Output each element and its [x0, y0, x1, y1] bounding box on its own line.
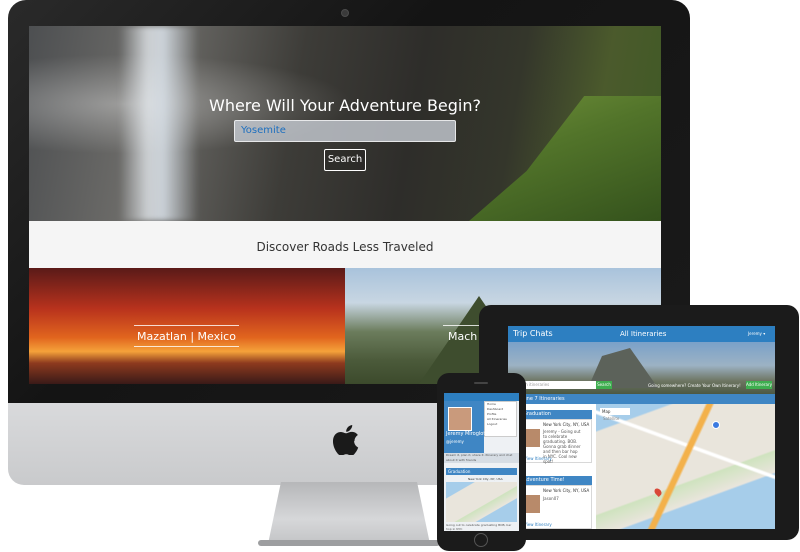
destination-search-input[interactable]: Yosemite: [234, 120, 456, 142]
satellite-tab[interactable]: Satellite: [600, 416, 619, 421]
map-tab[interactable]: Map: [600, 409, 610, 414]
nav-title[interactable]: All Itineraries: [620, 326, 666, 342]
destination-label-machu[interactable]: Mach: [448, 330, 477, 343]
user-name: Jeremy Miroglotta: [446, 431, 491, 437]
user-handle: @jeremy: [446, 439, 464, 444]
phone-map[interactable]: [446, 482, 517, 522]
itinerary-card-title[interactable]: Adventure Time!: [520, 476, 592, 485]
card-divider-top: [134, 325, 239, 326]
avatar: [448, 407, 472, 431]
view-itinerary-link[interactable]: View Itinerary: [524, 522, 552, 527]
avatar: [524, 429, 540, 447]
phone-navbar: [444, 393, 519, 401]
view-itinerary-link[interactable]: View Itinerary: [524, 456, 552, 461]
imac-foot: [258, 540, 440, 546]
hero-title: Where Will Your Adventure Begin?: [209, 96, 481, 115]
camera-icon: [341, 9, 349, 17]
card-location: New York City, NY, USA: [543, 422, 590, 427]
card-excerpt: Going out to celebrate graduating BOB, b…: [446, 523, 512, 531]
destination-card-mazatlan[interactable]: [29, 268, 345, 384]
card-location: New York City, NY, USA: [543, 488, 590, 493]
location-dot-icon: [712, 421, 720, 429]
itinerary-card: New York City, NY, USA Jason07 View Itin…: [520, 485, 592, 529]
itinerary-count-strip: June 7 Itineraries: [508, 394, 775, 404]
tablet-screen: Trip Chats All Itineraries Jeremy ▾ Sear…: [508, 326, 775, 529]
itinerary-card-title[interactable]: Graduation: [446, 468, 517, 475]
apple-logo-icon: [326, 420, 366, 460]
avatar: [524, 495, 540, 513]
destination-label-mazatlan[interactable]: Mazatlan | Mexico: [137, 330, 236, 343]
itinerary-map[interactable]: [596, 404, 775, 529]
imac-stand: [268, 482, 430, 544]
tablet-navbar: Trip Chats All Itineraries Jeremy ▾: [508, 326, 775, 342]
card-divider-bottom: [134, 346, 239, 347]
map-type-tabs[interactable]: Map Satellite: [600, 408, 630, 421]
search-button[interactable]: Search: [324, 149, 366, 171]
menu-item-logout[interactable]: Logout: [485, 422, 516, 427]
discover-title: Discover Roads Less Traveled: [256, 240, 434, 254]
itinerary-card: New York City, NY, USA Jeremy - Going ou…: [520, 419, 592, 464]
tablet-search-button[interactable]: Search: [596, 381, 612, 389]
phone-speaker: [474, 382, 488, 384]
hero-waterfall-image: [119, 26, 199, 221]
user-menu[interactable]: Jeremy ▾: [748, 326, 765, 342]
card-author: Jason07: [543, 496, 559, 501]
brand-logo[interactable]: Trip Chats: [513, 326, 553, 342]
card-location: New York City, NY, USA: [468, 477, 503, 481]
home-button[interactable]: [474, 533, 488, 547]
cta-text: Going somewhere? Create Your Own Itinera…: [648, 383, 741, 388]
tagline-band: Dream it, plan it, share it. Itinerary a…: [444, 453, 519, 463]
phone-screen: Home Dashboard Profile All Itineraries L…: [444, 393, 519, 531]
card-divider-top: [443, 325, 483, 326]
itinerary-card-title[interactable]: Graduation: [520, 410, 592, 419]
add-itinerary-button[interactable]: Add Itinerary: [746, 381, 772, 389]
